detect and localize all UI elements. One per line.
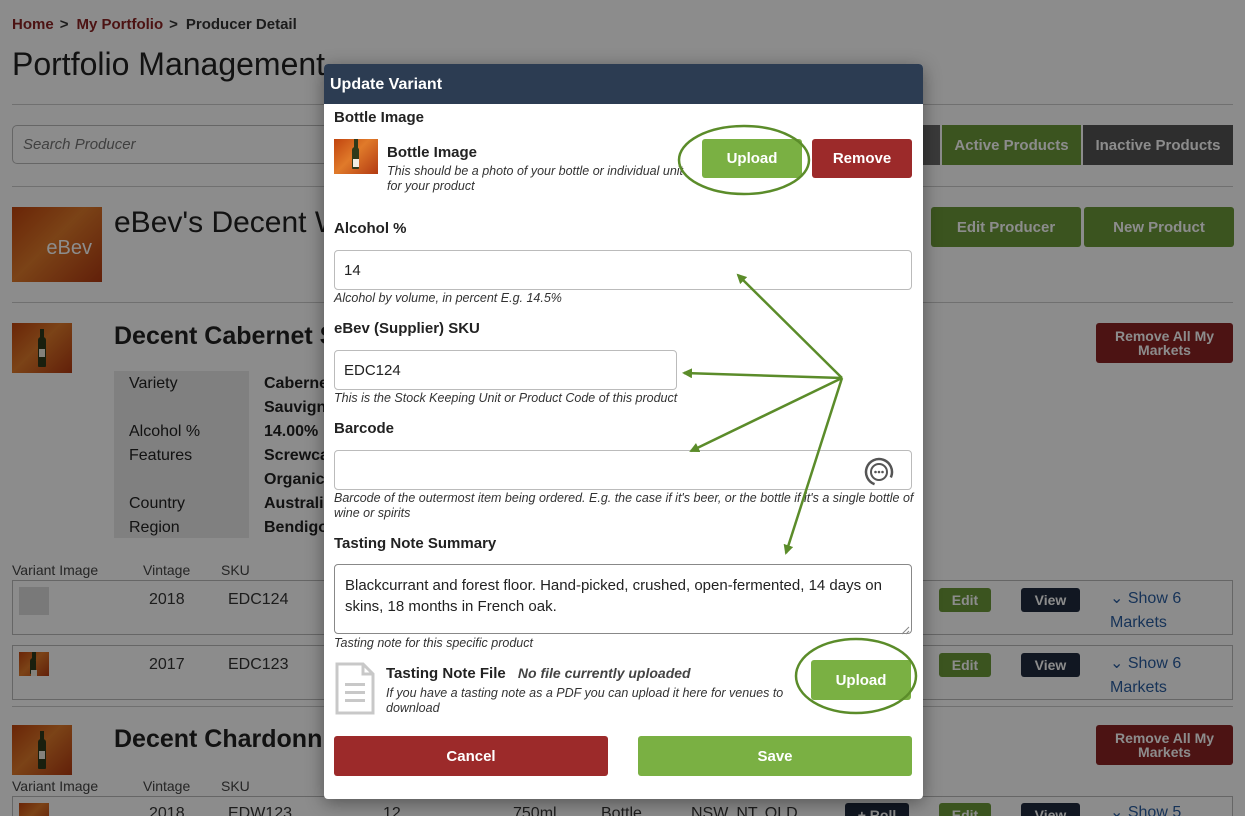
barcode-label: Barcode [334, 420, 395, 437]
sku-label: eBev (Supplier) SKU [334, 320, 480, 337]
sku-input[interactable]: EDC124 [334, 350, 677, 390]
barcode-help: Barcode of the outermost item being orde… [334, 491, 914, 520]
tasting-note-file-heading: Tasting Note File No file currently uplo… [386, 665, 691, 682]
tasting-note-upload-button[interactable]: Upload [811, 660, 911, 700]
modal-title: Update Variant [324, 64, 923, 104]
save-button[interactable]: Save [638, 736, 912, 776]
tasting-note-label: Tasting Note Summary [334, 535, 497, 552]
bottle-image-help: This should be a photo of your bottle or… [387, 164, 684, 193]
tasting-note-file-title: Tasting Note File [386, 665, 506, 682]
bottle-image-section-label: Bottle Image [334, 109, 425, 126]
update-variant-modal: Update Variant Bottle Image Bottle Image… [324, 64, 923, 799]
alcohol-label: Alcohol % [334, 220, 407, 237]
tasting-note-file-status: No file currently uploaded [517, 665, 691, 681]
bottle-image-title: Bottle Image [387, 144, 478, 161]
sku-help: This is the Stock Keeping Unit or Produc… [334, 391, 678, 405]
bottle-remove-button[interactable]: Remove [812, 139, 912, 178]
cancel-button[interactable]: Cancel [334, 736, 608, 776]
alcohol-input[interactable]: 14 [334, 250, 912, 290]
tasting-note-textarea[interactable]: Blackcurrant and forest floor. Hand-pick… [334, 564, 912, 634]
barcode-scanner-icon[interactable] [864, 457, 894, 487]
tasting-note-file-help: If you have a tasting note as a PDF you … [386, 686, 784, 715]
tasting-note-help: Tasting note for this specific product [334, 636, 533, 650]
bottle-image-thumbnail [334, 139, 378, 174]
resize-handle-icon[interactable] [900, 622, 910, 635]
document-icon [334, 661, 376, 716]
alcohol-help: Alcohol by volume, in percent E.g. 14.5% [334, 291, 562, 305]
bottle-upload-button[interactable]: Upload [702, 139, 802, 178]
barcode-input[interactable] [334, 450, 912, 490]
